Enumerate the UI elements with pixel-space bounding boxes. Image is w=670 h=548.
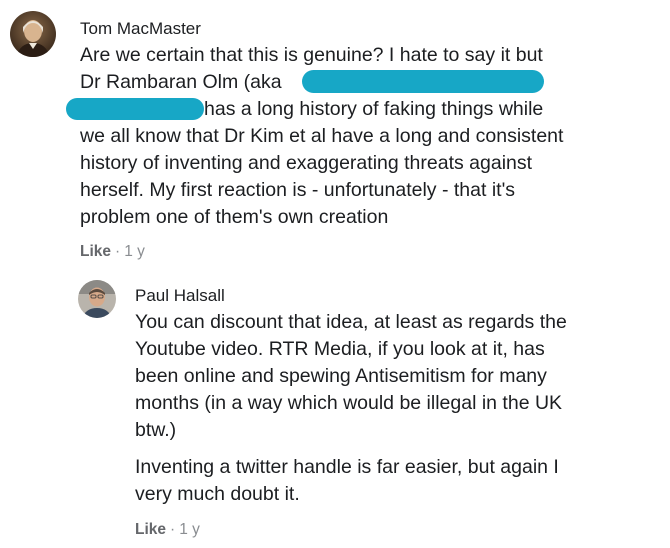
reply-line: Inventing a twitter handle is far easier… — [135, 456, 559, 478]
reply-line: months (in a way which would be illegal … — [135, 392, 563, 414]
reply-line: very much doubt it. — [135, 483, 300, 505]
reply-line: btw.) — [135, 419, 177, 441]
like-button[interactable]: Like — [80, 243, 111, 260]
portrait-avatar-icon[interactable] — [10, 11, 56, 57]
comment-line: problem one of them's own creation — [80, 206, 389, 228]
comment-line: we all know that Dr Kim et al have a lon… — [80, 125, 564, 147]
comment-body: Are we certain that this is genuine? I h… — [66, 42, 564, 231]
man-avatar-icon[interactable] — [78, 280, 116, 318]
separator-dot: · — [115, 243, 121, 260]
separator-dot: · — [170, 521, 176, 538]
comment-line: Are we certain that this is genuine? I h… — [80, 44, 543, 66]
timestamp: 1 y — [124, 243, 145, 260]
reply-body: You can discount that idea, at least as … — [135, 309, 567, 444]
comment-line-wrapper: has a long history of faking things whil… — [66, 96, 563, 123]
comment-line: history of inventing and exaggerating th… — [80, 152, 533, 174]
like-button[interactable]: Like — [135, 521, 166, 538]
comment-line-wrapper: Dr Rambaran Olm (aka — [80, 69, 563, 96]
comment-line: herself. My first reaction is - unfortun… — [80, 179, 516, 201]
reply-line: been online and spewing Antisemitism for… — [135, 365, 547, 387]
redaction-mark — [66, 98, 204, 120]
comment-meta: Like · 1 y — [80, 243, 145, 261]
reply-line: Youtube video. RTR Media, if you look at… — [135, 338, 545, 360]
timestamp: 1 y — [179, 521, 200, 538]
comment-line: has a long history of faking things whil… — [204, 98, 544, 120]
reply-author[interactable]: Paul Halsall — [135, 286, 225, 306]
redaction-mark — [302, 70, 544, 93]
reply-body-paragraph: Inventing a twitter handle is far easier… — [135, 454, 559, 508]
comment-author[interactable]: Tom MacMaster — [80, 19, 201, 39]
reply-meta: Like · 1 y — [135, 521, 200, 539]
reply-line: You can discount that idea, at least as … — [135, 311, 567, 333]
comment-line: Dr Rambaran Olm (aka — [80, 71, 282, 93]
